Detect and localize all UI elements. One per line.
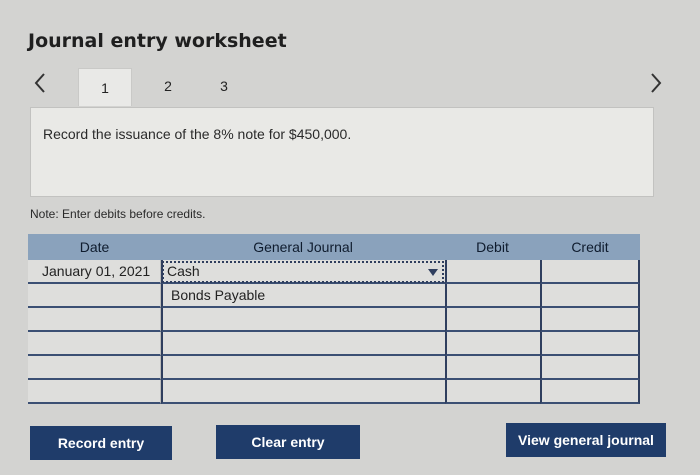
journal-row bbox=[28, 332, 640, 356]
credit-input[interactable] bbox=[540, 260, 640, 284]
chevron-left-icon bbox=[34, 73, 45, 93]
instruction-note: Note: Enter debits before credits. bbox=[30, 207, 206, 221]
prompt-box: Record the issuance of the 8% note for $… bbox=[30, 107, 654, 197]
account-value: Cash bbox=[167, 263, 200, 279]
debit-input[interactable] bbox=[445, 356, 540, 380]
record-entry-button[interactable]: Record entry bbox=[30, 426, 172, 460]
credit-input[interactable] bbox=[540, 284, 640, 308]
account-select[interactable] bbox=[161, 332, 445, 356]
journal-grid: Date General Journal Debit Credit Januar… bbox=[28, 234, 640, 406]
tab-2[interactable]: 2 bbox=[142, 68, 194, 104]
date-cell[interactable] bbox=[28, 332, 161, 356]
credit-input[interactable] bbox=[540, 356, 640, 380]
dropdown-arrow-icon[interactable] bbox=[427, 266, 439, 278]
view-general-journal-button[interactable]: View general journal bbox=[506, 423, 666, 457]
journal-row bbox=[28, 380, 640, 404]
next-tab-button[interactable] bbox=[646, 70, 666, 96]
credit-input[interactable] bbox=[540, 308, 640, 332]
journal-row bbox=[28, 308, 640, 332]
debit-input[interactable] bbox=[445, 332, 540, 356]
account-select[interactable]: Bonds Payable bbox=[161, 284, 445, 308]
credit-header: Credit bbox=[540, 234, 640, 260]
date-header: Date bbox=[28, 234, 161, 260]
date-cell[interactable] bbox=[28, 380, 161, 404]
account-value: Bonds Payable bbox=[171, 287, 266, 303]
account-select[interactable] bbox=[161, 356, 445, 380]
journal-row: January 01, 2021 Cash bbox=[28, 260, 640, 284]
journal-row bbox=[28, 356, 640, 380]
debit-input[interactable] bbox=[445, 380, 540, 404]
journal-row: Bonds Payable bbox=[28, 284, 640, 308]
credit-input[interactable] bbox=[540, 380, 640, 404]
chevron-right-icon bbox=[651, 73, 662, 93]
tab-3[interactable]: 3 bbox=[198, 68, 250, 104]
debit-input[interactable] bbox=[445, 260, 540, 284]
date-cell[interactable] bbox=[28, 284, 161, 308]
account-select[interactable]: Cash bbox=[161, 260, 445, 284]
debit-input[interactable] bbox=[445, 308, 540, 332]
date-cell[interactable] bbox=[28, 356, 161, 380]
page-title: Journal entry worksheet bbox=[28, 30, 287, 52]
account-select[interactable] bbox=[161, 380, 445, 404]
tab-1[interactable]: 1 bbox=[78, 68, 132, 106]
account-select[interactable] bbox=[161, 308, 445, 332]
date-cell[interactable]: January 01, 2021 bbox=[28, 260, 161, 284]
clear-entry-button[interactable]: Clear entry bbox=[216, 425, 360, 459]
credit-input[interactable] bbox=[540, 332, 640, 356]
prompt-text: Record the issuance of the 8% note for $… bbox=[43, 126, 352, 142]
previous-tab-button[interactable] bbox=[30, 70, 50, 96]
general-journal-header: General Journal bbox=[161, 234, 445, 260]
debit-header: Debit bbox=[445, 234, 540, 260]
date-cell[interactable] bbox=[28, 308, 161, 332]
debit-input[interactable] bbox=[445, 284, 540, 308]
